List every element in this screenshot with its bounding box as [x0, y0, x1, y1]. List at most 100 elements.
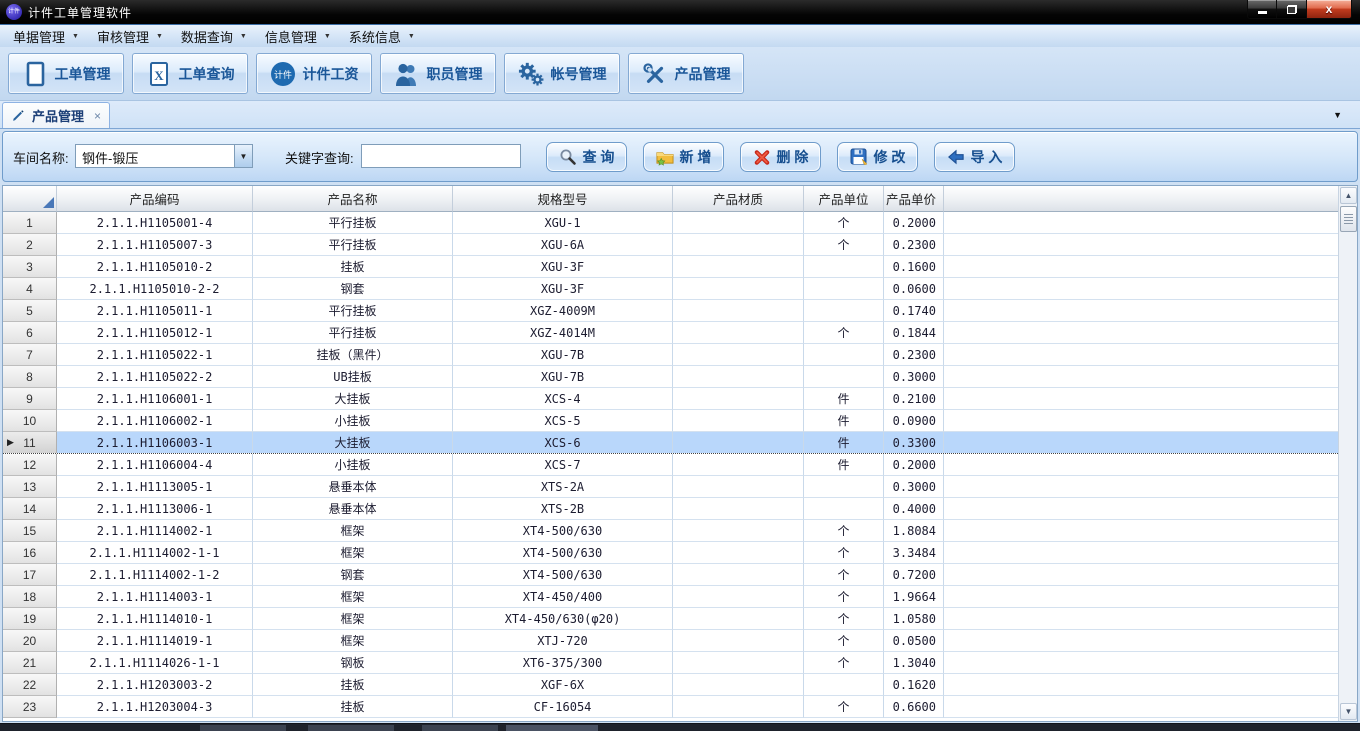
- column-header-price[interactable]: 产品单价: [884, 186, 944, 212]
- product-management-button[interactable]: 产品管理: [628, 53, 744, 94]
- tab-product-management[interactable]: 产品管理 ×: [2, 102, 110, 128]
- row-number[interactable]: 5: [3, 300, 57, 322]
- table-row-selected[interactable]: ▶112.1.1.H1106003-1大挂板XCS-6件0.3300: [3, 431, 1338, 454]
- table-row[interactable]: 102.1.1.H1106002-1小挂板XCS-5件0.0900: [3, 410, 1338, 432]
- table-row[interactable]: 232.1.1.H1203004-3挂板CF-16054个0.6600: [3, 696, 1338, 718]
- filter-bar: 车间名称: 钢件-锻压 ▼ 关键字查询: 查 询 新 增 删 除 修 改 导 入: [2, 131, 1358, 182]
- cell-material: [673, 344, 804, 366]
- scroll-up-icon[interactable]: ▲: [1340, 187, 1357, 204]
- cell-material: [673, 652, 804, 674]
- table-row[interactable]: 12.1.1.H1105001-4平行挂板XGU-1个0.2000: [3, 212, 1338, 234]
- table-row[interactable]: 212.1.1.H1114026-1-1钢板XT6-375/300个1.3040: [3, 652, 1338, 674]
- table-row[interactable]: 192.1.1.H1114010-1框架XT4-450/630(φ20)个1.0…: [3, 608, 1338, 630]
- title-bar[interactable]: 计件 计件工单管理软件 x: [0, 0, 1360, 24]
- column-header-spec[interactable]: 规格型号: [453, 186, 673, 212]
- row-number[interactable]: 19: [3, 608, 57, 630]
- column-header-code[interactable]: 产品编码: [57, 186, 253, 212]
- piecework-wage-button[interactable]: 计件 计件工资: [256, 53, 372, 94]
- column-header-unit[interactable]: 产品单位: [804, 186, 884, 212]
- row-number[interactable]: 9: [3, 388, 57, 410]
- minimize-button[interactable]: [1247, 0, 1277, 19]
- taskbar-sliver[interactable]: [0, 723, 1360, 731]
- row-number[interactable]: 6: [3, 322, 57, 344]
- column-header-material[interactable]: 产品材质: [673, 186, 804, 212]
- work-order-management-button[interactable]: 工单管理: [8, 53, 124, 94]
- row-number[interactable]: 18: [3, 586, 57, 608]
- row-number[interactable]: 16: [3, 542, 57, 564]
- scroll-down-icon[interactable]: ▼: [1340, 703, 1357, 720]
- cell-spec: XTJ-720: [453, 630, 673, 652]
- menu-item-system-info[interactable]: 系统信息 ▼: [340, 26, 424, 47]
- row-number[interactable]: ▶11: [3, 432, 57, 453]
- taskbar-item[interactable]: [422, 725, 498, 731]
- row-number[interactable]: 15: [3, 520, 57, 542]
- table-row[interactable]: 202.1.1.H1114019-1框架XTJ-720个0.0500: [3, 630, 1338, 652]
- action-button-label: 导 入: [971, 147, 1003, 167]
- modify-button[interactable]: 修 改: [837, 142, 918, 172]
- row-number[interactable]: 7: [3, 344, 57, 366]
- row-number[interactable]: 17: [3, 564, 57, 586]
- select-all-corner[interactable]: [3, 186, 57, 212]
- table-row[interactable]: 172.1.1.H1114002-1-2钢套XT4-500/630个0.7200: [3, 564, 1338, 586]
- cell-name: 平行挂板: [253, 234, 453, 256]
- add-button[interactable]: 新 增: [643, 142, 724, 172]
- row-number[interactable]: 3: [3, 256, 57, 278]
- workshop-dropdown[interactable]: 钢件-锻压 ▼: [75, 144, 253, 168]
- row-number[interactable]: 21: [3, 652, 57, 674]
- table-row[interactable]: 122.1.1.H1106004-4小挂板XCS-7件0.2000: [3, 454, 1338, 476]
- row-number[interactable]: 20: [3, 630, 57, 652]
- table-row[interactable]: 62.1.1.H1105012-1平行挂板XGZ-4014M个0.1844: [3, 322, 1338, 344]
- table-row[interactable]: 142.1.1.H1113006-1悬垂本体XTS-2B0.4000: [3, 498, 1338, 520]
- tab-list-arrow-icon[interactable]: ▼: [1333, 110, 1342, 120]
- menu-item-data-query[interactable]: 数据查询 ▼: [172, 26, 256, 47]
- table-row[interactable]: 162.1.1.H1114002-1-1框架XT4-500/630个3.3484: [3, 542, 1338, 564]
- table-row[interactable]: 82.1.1.H1105022-2UB挂板XGU-7B0.3000: [3, 366, 1338, 388]
- cell-code: 2.1.1.H1114002-1-2: [57, 564, 253, 586]
- maximize-restore-button[interactable]: [1277, 0, 1307, 19]
- table-row[interactable]: 182.1.1.H1114003-1框架XT4-450/400个1.9664: [3, 586, 1338, 608]
- cell-material: [673, 234, 804, 256]
- tab-close-icon[interactable]: ×: [94, 109, 101, 123]
- table-row[interactable]: 72.1.1.H1105022-1挂板（黑件）XGU-7B0.2300: [3, 344, 1338, 366]
- menu-item-audit-management[interactable]: 审核管理 ▼: [88, 26, 172, 47]
- menu-item-info-management[interactable]: 信息管理 ▼: [256, 26, 340, 47]
- row-number[interactable]: 1: [3, 212, 57, 234]
- cell-material: [673, 410, 804, 432]
- row-number[interactable]: 10: [3, 410, 57, 432]
- close-button[interactable]: x: [1307, 0, 1352, 19]
- row-number[interactable]: 14: [3, 498, 57, 520]
- row-number[interactable]: 22: [3, 674, 57, 696]
- taskbar-item[interactable]: [200, 725, 286, 731]
- cell-filler: [944, 520, 1338, 542]
- table-row[interactable]: 222.1.1.H1203003-2挂板XGF-6X0.1620: [3, 674, 1338, 696]
- row-number[interactable]: 23: [3, 696, 57, 718]
- cell-spec: XGU-7B: [453, 366, 673, 388]
- menu-item-document-management[interactable]: 单据管理 ▼: [4, 26, 88, 47]
- table-row[interactable]: 132.1.1.H1113005-1悬垂本体XTS-2A0.3000: [3, 476, 1338, 498]
- table-row[interactable]: 22.1.1.H1105007-3平行挂板XGU-6A个0.2300: [3, 234, 1338, 256]
- vertical-scrollbar[interactable]: ▲ ▼: [1338, 186, 1357, 721]
- row-number[interactable]: 13: [3, 476, 57, 498]
- work-order-query-button[interactable]: X 工单查询: [132, 53, 248, 94]
- table-row[interactable]: 92.1.1.H1106001-1大挂板XCS-4件0.2100: [3, 388, 1338, 410]
- row-number[interactable]: 8: [3, 366, 57, 388]
- row-number[interactable]: 2: [3, 234, 57, 256]
- row-number[interactable]: 4: [3, 278, 57, 300]
- table-row[interactable]: 32.1.1.H1105010-2挂板XGU-3F0.1600: [3, 256, 1338, 278]
- delete-button[interactable]: 删 除: [740, 142, 821, 172]
- table-row[interactable]: 42.1.1.H1105010-2-2钢套XGU-3F0.0600: [3, 278, 1338, 300]
- row-number[interactable]: 12: [3, 454, 57, 476]
- taskbar-item[interactable]: [308, 725, 394, 731]
- column-header-name[interactable]: 产品名称: [253, 186, 453, 212]
- cell-name: 钢套: [253, 278, 453, 300]
- account-management-button[interactable]: 帐号管理: [504, 53, 620, 94]
- taskbar-item[interactable]: [506, 725, 598, 731]
- query-button[interactable]: 查 询: [546, 142, 627, 172]
- table-row[interactable]: 52.1.1.H1105011-1平行挂板XGZ-4009M0.1740: [3, 300, 1338, 322]
- table-row[interactable]: 152.1.1.H1114002-1框架XT4-500/630个1.8084: [3, 520, 1338, 542]
- scrollbar-thumb[interactable]: [1340, 206, 1357, 232]
- keyword-search-input[interactable]: [361, 144, 521, 168]
- dropdown-button[interactable]: ▼: [234, 145, 252, 167]
- import-button[interactable]: 导 入: [934, 142, 1015, 172]
- staff-management-button[interactable]: 职员管理: [380, 53, 496, 94]
